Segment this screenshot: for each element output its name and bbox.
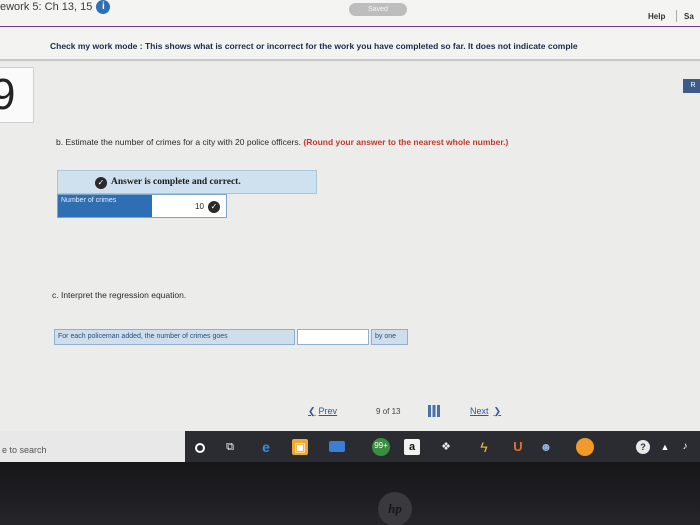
laptop-bezel: hp — [0, 462, 700, 525]
interpretation-suffix: by one — [371, 329, 408, 345]
interpretation-row: For each policeman added, the number of … — [54, 329, 408, 345]
answer-status-text: Answer is complete and correct. — [111, 177, 241, 187]
top-bar: ework 5: Ch 13, 15 i Saved Help Sa — [0, 0, 700, 28]
page-total: 13 — [391, 407, 401, 416]
part-c-prompt: c. Interpret the regression equation. — [52, 290, 187, 300]
question-grid-icon[interactable] — [428, 405, 440, 417]
flash-icon[interactable]: ϟ — [476, 439, 492, 455]
mode-banner-text: Check my work mode : This shows what is … — [50, 41, 578, 51]
response-row-number-of-crimes: Number of crimes 10 ✓ — [57, 194, 227, 218]
part-b-instruction: (Round your answer to the nearest whole … — [303, 137, 509, 147]
browser-screen: ework 5: Ch 13, 15 i Saved Help Sa Check … — [0, 0, 700, 462]
next-label: Next — [470, 406, 489, 416]
save-exit-link[interactable]: Sa — [684, 12, 694, 21]
amazon-icon[interactable]: a — [404, 439, 420, 455]
tray-up-icon[interactable]: ▲ — [657, 439, 673, 455]
hp-logo: hp — [378, 492, 412, 525]
dropbox-icon[interactable]: ❖ — [438, 439, 454, 455]
question-pager: ❮ Prev 9 of 13 Next ❯ — [300, 401, 530, 421]
task-view-icon[interactable]: ⧉ — [222, 439, 238, 455]
assignment-title-text: ework 5: Ch 13, 15 — [0, 0, 93, 13]
response-row-label: Number of crimes — [58, 195, 152, 217]
references-button[interactable]: R — [683, 79, 700, 93]
overwatch-icon[interactable] — [576, 438, 594, 456]
prev-button[interactable]: ❮ Prev — [308, 406, 337, 417]
checkmark-icon: ✓ — [208, 201, 220, 213]
page-current: 9 — [376, 407, 381, 416]
edge-icon[interactable]: e — [258, 439, 274, 455]
question-content: 9 R b. Estimate the number of crimes for… — [0, 63, 700, 431]
chevron-left-icon: ❮ — [308, 406, 316, 416]
cortana-icon[interactable] — [195, 443, 205, 453]
windows-taskbar: e to search ⧉ e ▣ 99+ a ❖ ϟ U ☻ ? ▲ ♪ — [0, 431, 700, 462]
help-icon[interactable]: ? — [636, 440, 650, 454]
answer-input-number-of-crimes[interactable]: 10 — [195, 202, 204, 211]
chevron-right-icon: ❯ — [493, 406, 502, 416]
check-my-work-banner: Check my work mode : This shows what is … — [0, 27, 700, 61]
question-number-box: 9 — [0, 67, 34, 123]
header-divider — [676, 10, 677, 22]
info-icon[interactable]: i — [96, 0, 111, 14]
question-number: 9 — [0, 70, 16, 119]
people-icon[interactable]: ☻ — [538, 439, 554, 455]
help-link[interactable]: Help — [648, 12, 665, 21]
page-indicator: 9 of 13 — [376, 407, 401, 416]
checkmark-icon: ✓ — [95, 177, 107, 189]
saved-status-badge: Saved — [349, 3, 407, 16]
part-b-question-text: b. Estimate the number of crimes for a c… — [56, 137, 302, 147]
part-b-prompt: b. Estimate the number of crimes for a c… — [56, 137, 508, 147]
interpretation-dropdown[interactable] — [297, 329, 369, 345]
volume-icon[interactable]: ♪ — [677, 439, 693, 455]
chrome-icon[interactable]: 99+ — [372, 438, 390, 456]
page-of: of — [382, 407, 390, 416]
prev-label: Prev — [318, 406, 338, 416]
mail-icon[interactable] — [329, 441, 345, 452]
store-icon[interactable]: ▣ — [292, 439, 308, 455]
taskbar-search-text: e to search — [2, 445, 47, 455]
answer-status-banner: ✓ Answer is complete and correct. — [57, 170, 317, 194]
next-button[interactable]: Next ❯ — [470, 406, 501, 417]
taskbar-search-box[interactable]: e to search — [0, 431, 185, 462]
assignment-title: ework 5: Ch 13, 15 i — [0, 0, 111, 14]
interpretation-prefix: For each policeman added, the number of … — [54, 329, 295, 345]
office-icon[interactable]: U — [510, 439, 526, 455]
